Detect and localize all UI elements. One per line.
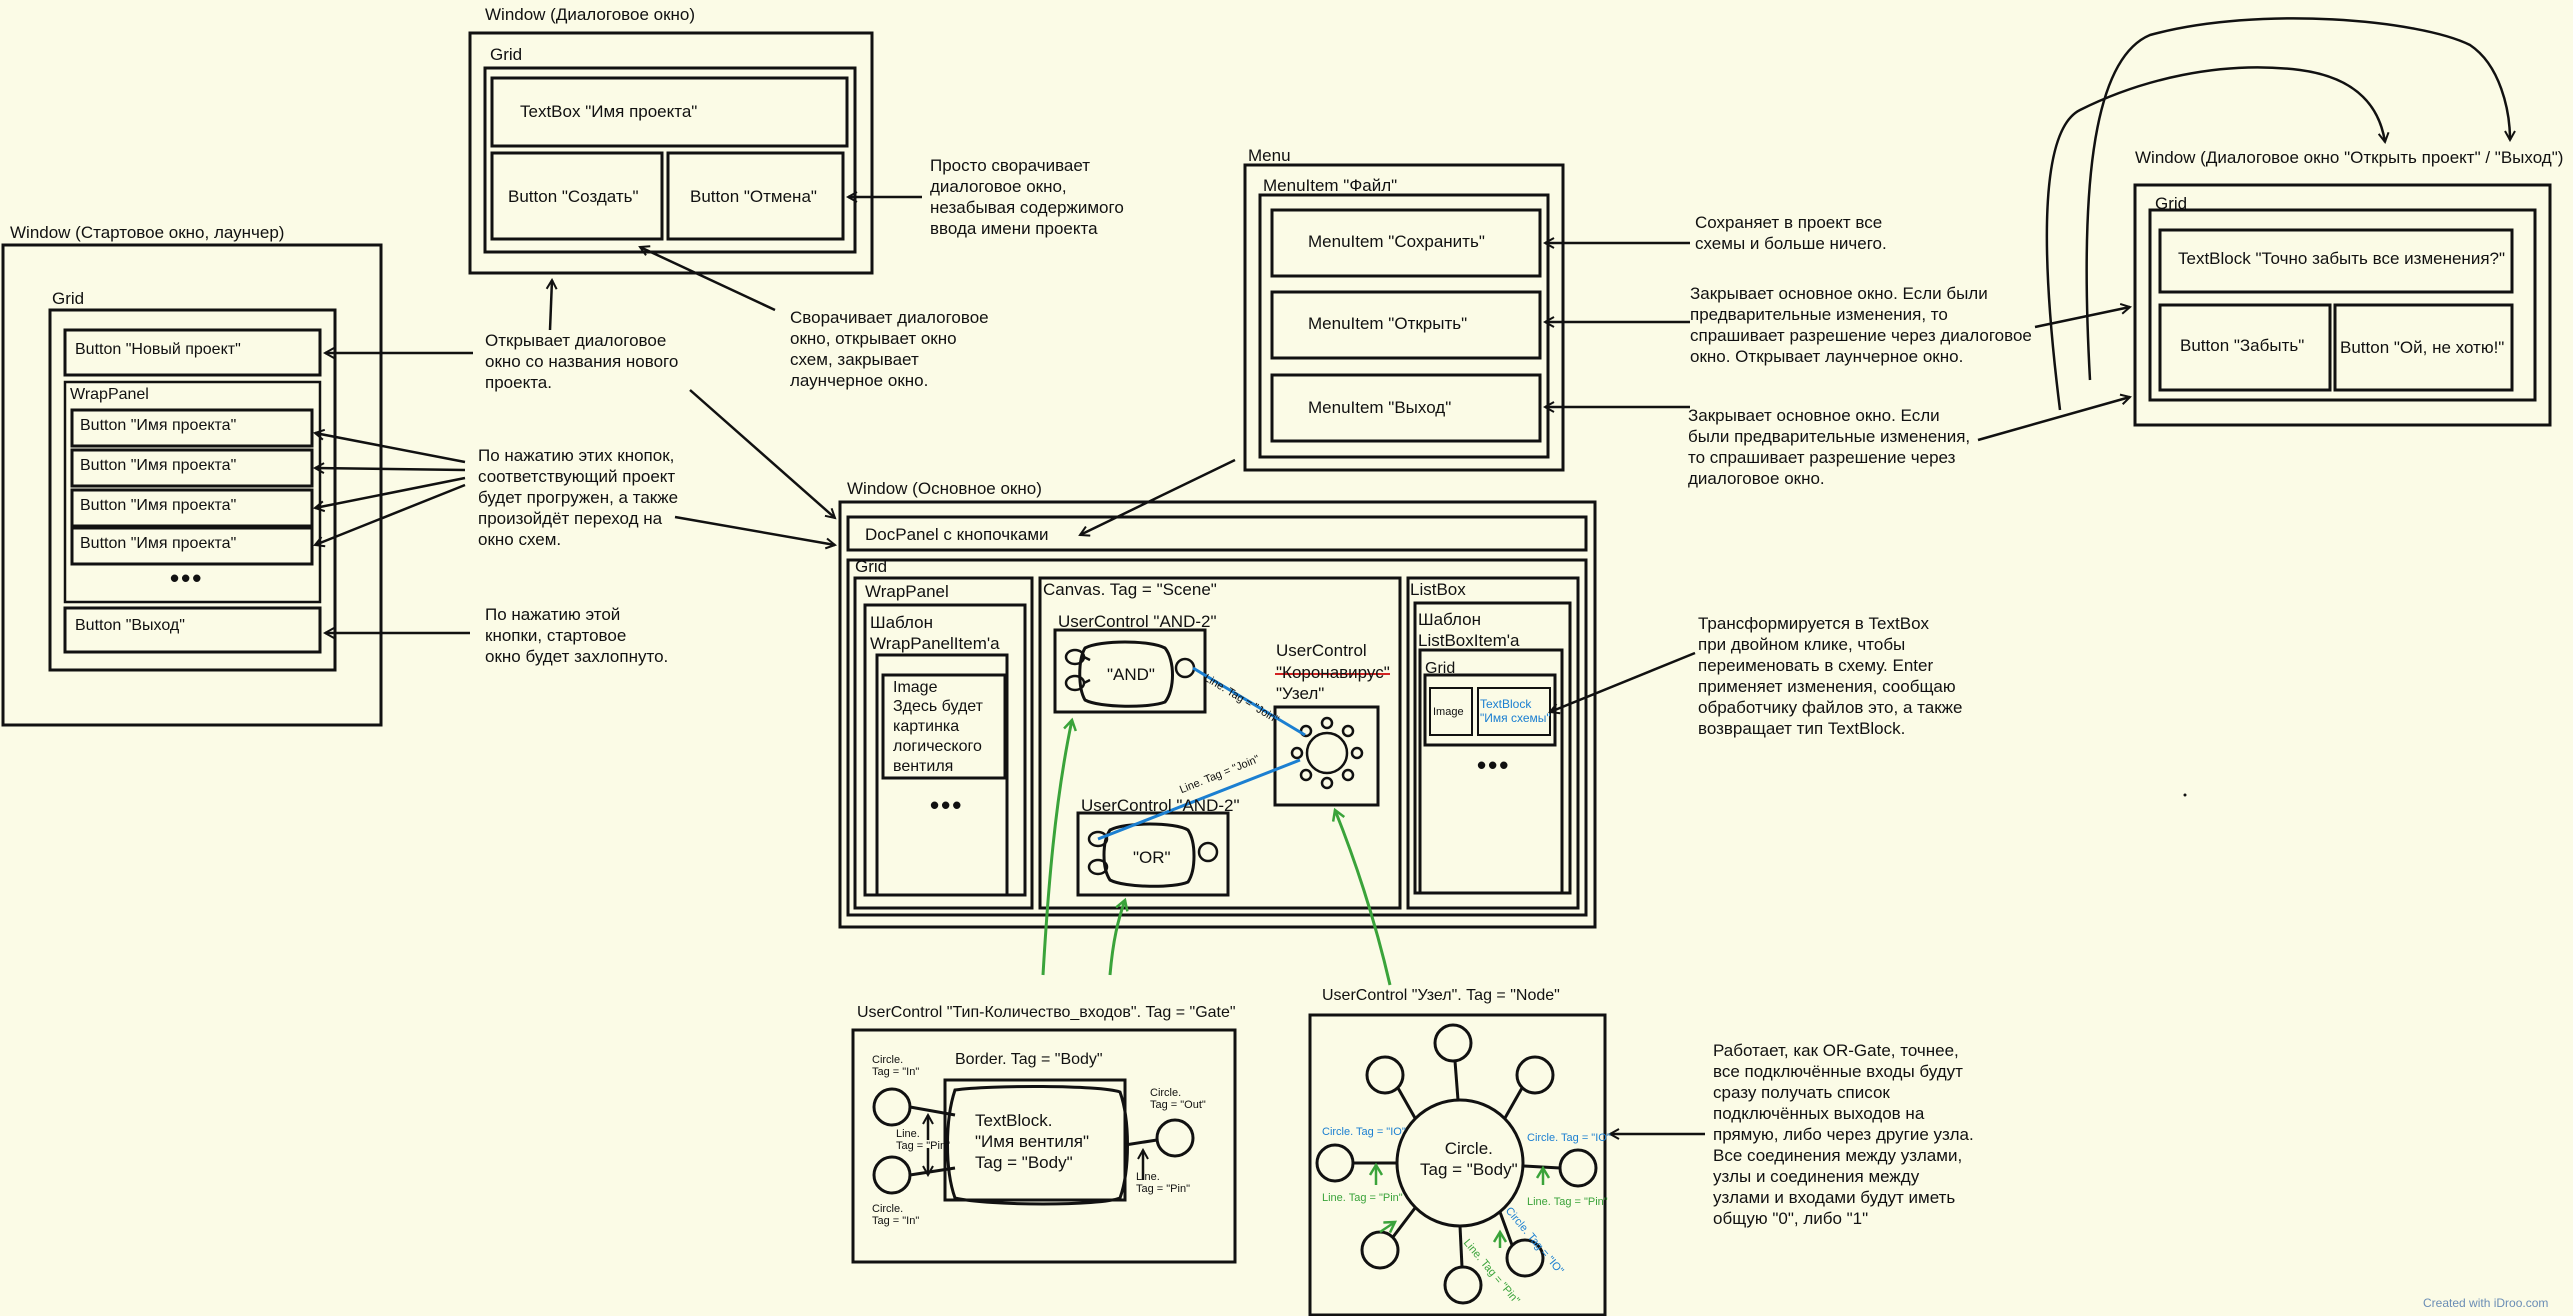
- docpanel-label: DocPanel с кнопочками: [865, 525, 1049, 544]
- no-button[interactable]: Button "Ой, не хотю!": [2340, 337, 2504, 358]
- node-pin-right: Line. Tag = "Pin": [1527, 1196, 1608, 1208]
- uc-and-bottom-label: UserControl "AND-2": [1081, 796, 1240, 815]
- note-project-buttons: По нажатию этих кнопок, соответствующий …: [478, 446, 679, 549]
- list-grid-label: Grid: [1425, 660, 1456, 677]
- uc-node-frame: [1273, 705, 1380, 807]
- node-pin-left: Line. Tag = "Pin": [1322, 1192, 1403, 1204]
- launcher-grid-label: Grid: [52, 289, 85, 308]
- gate-border-label: Border. Tag = "Body": [955, 1051, 1103, 1068]
- note-rename: Трансформируется в TextBox при двойном к…: [1698, 614, 1963, 738]
- create-dialog-title: Window (Диалоговое окно): [485, 5, 696, 24]
- list-template-label: Шаблон ListBoxItem'a: [1418, 610, 1520, 650]
- canvas-node-shape: [1290, 716, 1364, 790]
- watermark: Created with iDroo.com: [2423, 1296, 2549, 1310]
- project-name-textbox[interactable]: TextBox "Имя проекта": [520, 101, 697, 122]
- stray-dot: [2183, 793, 2187, 797]
- confirm-dialog-title: Window (Диалоговое окно "Открыть проект"…: [2135, 148, 2564, 167]
- confirm-grid-label: Grid: [2155, 194, 2188, 213]
- menu-save-item[interactable]: MenuItem "Сохранить": [1308, 231, 1485, 252]
- gate-circle-in-1: Circle. Tag = "In": [872, 1054, 920, 1078]
- list-image-label: Image: [1433, 706, 1464, 718]
- and-gate-label: "AND": [1107, 665, 1155, 684]
- gate-line-pin-left: Line. Tag = "Pin": [896, 1128, 950, 1152]
- note-create: Сворачивает диалоговое окно, открывает о…: [790, 308, 989, 390]
- project-button-4[interactable]: Button "Имя проекта": [80, 534, 236, 554]
- launcher-window-title: Window (Стартовое окно, лаунчер): [10, 223, 285, 242]
- or-gate-label: "OR": [1133, 848, 1171, 867]
- gate-body-text: TextBlock. "Имя вентиля" Tag = "Body": [975, 1111, 1089, 1172]
- note-save: Сохраняет в проект все схемы и больше ни…: [1695, 213, 1887, 253]
- gate-circle-out: Circle. Tag = "Out": [1150, 1087, 1206, 1111]
- project-button-1[interactable]: Button "Имя проекта": [80, 416, 236, 436]
- note-exit: По нажатию этой кнопки, стартовое окно б…: [485, 605, 669, 666]
- note-new-project: Открывает диалоговое окно со названия но…: [485, 331, 679, 392]
- green-arrow-3: [1335, 810, 1392, 986]
- node-io-left: Circle. Tag = "IO": [1322, 1126, 1406, 1138]
- main-grid-label: Grid: [855, 557, 888, 576]
- note-menu-exit: Закрывает основное окно. Если были предв…: [1688, 406, 1971, 488]
- uc-node-title: UserControl: [1276, 641, 1367, 660]
- image-label: Image: [893, 679, 938, 696]
- main-wrap-panel-label: WrapPanel: [865, 582, 949, 601]
- exit-button[interactable]: Button "Выход": [75, 616, 185, 636]
- uc-node-name: "Узел": [1276, 684, 1325, 703]
- note-open: Закрывает основное окно. Если были предв…: [1690, 284, 2032, 366]
- main-window-title: Window (Основное окно): [847, 479, 1042, 498]
- create-button[interactable]: Button "Создать": [508, 186, 639, 207]
- note-node: Работает, как OR-Gate, точнее, все подкл…: [1713, 1041, 1974, 1228]
- menu-open-item[interactable]: MenuItem "Открыть": [1308, 313, 1467, 334]
- launcher-ellipsis: •••: [170, 563, 204, 593]
- project-button-3[interactable]: Button "Имя проекта": [80, 496, 236, 516]
- gate-line-pin-right: Line. Tag = "Pin": [1136, 1171, 1190, 1195]
- wrap-panel-label: WrapPanel: [70, 386, 149, 403]
- forget-button[interactable]: Button "Забыть": [2180, 335, 2304, 356]
- canvas-label: Canvas. Tag = "Scene": [1043, 580, 1217, 599]
- wrap-template-label: Шаблон WrapPanelItem'a: [870, 613, 1000, 653]
- gate-circle-in-2: Circle. Tag = "In": [872, 1203, 920, 1227]
- gate-detail-title: UserControl "Тип-Количество_входов". Tag…: [857, 1004, 1236, 1021]
- green-arrow-2: [1108, 900, 1125, 976]
- list-textblock-label[interactable]: TextBlock "Имя схемы": [1480, 697, 1551, 725]
- node-io-right: Circle. Tag = "IO": [1527, 1132, 1611, 1144]
- uc-node-struck-name: "Коронавирус": [1276, 663, 1390, 682]
- menu-exit-item[interactable]: MenuItem "Выход": [1308, 397, 1451, 418]
- cancel-button[interactable]: Button "Отмена": [690, 186, 817, 207]
- image-text: Здесь будет картинка логического вентиля: [893, 698, 983, 775]
- create-dialog-grid-label: Grid: [490, 45, 523, 64]
- note-cancel: Просто сворачивает диалоговое окно, неза…: [930, 156, 1124, 238]
- green-arrow-1: [1041, 720, 1072, 976]
- node-detail-title: UserControl "Узел". Tag = "Node": [1322, 987, 1560, 1004]
- wrap-ellipsis: •••: [930, 790, 964, 820]
- node-body-label: Circle. Tag = "Body": [1420, 1139, 1518, 1179]
- menu-label: Menu: [1248, 146, 1291, 165]
- menu-file-item[interactable]: MenuItem "Файл": [1263, 175, 1397, 196]
- create-dialog-grid-frame: [483, 66, 857, 254]
- confirm-textblock: TextBlock "Точно забыть все изменения?": [2178, 249, 2506, 268]
- listbox-label: ListBox: [1410, 580, 1466, 599]
- project-button-2[interactable]: Button "Имя проекта": [80, 456, 236, 476]
- list-ellipsis: •••: [1477, 750, 1511, 780]
- new-project-button[interactable]: Button "Новый проект": [75, 340, 241, 360]
- uc-and-top-label: UserControl "AND-2": [1058, 612, 1217, 631]
